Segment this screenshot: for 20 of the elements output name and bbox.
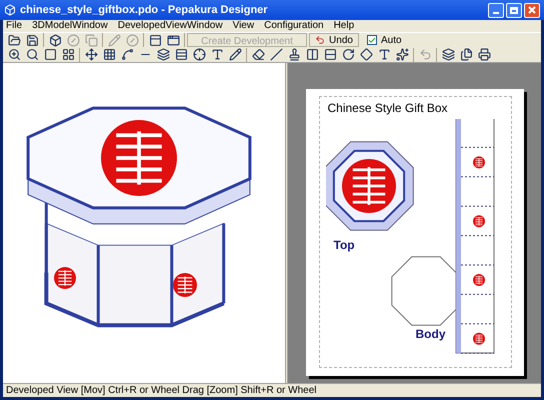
menu-item[interactable]: Help xyxy=(334,21,354,31)
menu-item[interactable]: DevelopedViewWindow xyxy=(118,21,223,31)
page-title: Chinese Style Gift Box xyxy=(328,100,448,117)
maximize-button[interactable] xyxy=(506,2,522,18)
window-title: chinese_style_giftbox.pdo - Pepakura Designer xyxy=(20,2,269,18)
menu-item[interactable]: Configuration xyxy=(264,21,324,31)
undo-icon xyxy=(315,35,326,45)
menu-item[interactable]: 3DModelWindow xyxy=(32,21,108,31)
part-label: Body xyxy=(416,326,446,343)
menu-item[interactable]: File xyxy=(6,21,22,31)
close-icon xyxy=(528,6,536,14)
app-icon xyxy=(4,4,16,16)
close-button[interactable] xyxy=(524,2,540,18)
auto-checkbox[interactable]: Auto xyxy=(367,32,402,48)
status-text: Developed View [Mov] Ctrl+R or Wheel Drag [Zoom] Shift+R or Wheel xyxy=(6,386,316,396)
check-icon xyxy=(368,36,376,44)
minimize-button[interactable] xyxy=(488,2,504,18)
undo-button[interactable]: Undo xyxy=(309,33,359,47)
part-label: Top xyxy=(334,237,355,254)
menu-item[interactable]: View xyxy=(232,21,254,31)
